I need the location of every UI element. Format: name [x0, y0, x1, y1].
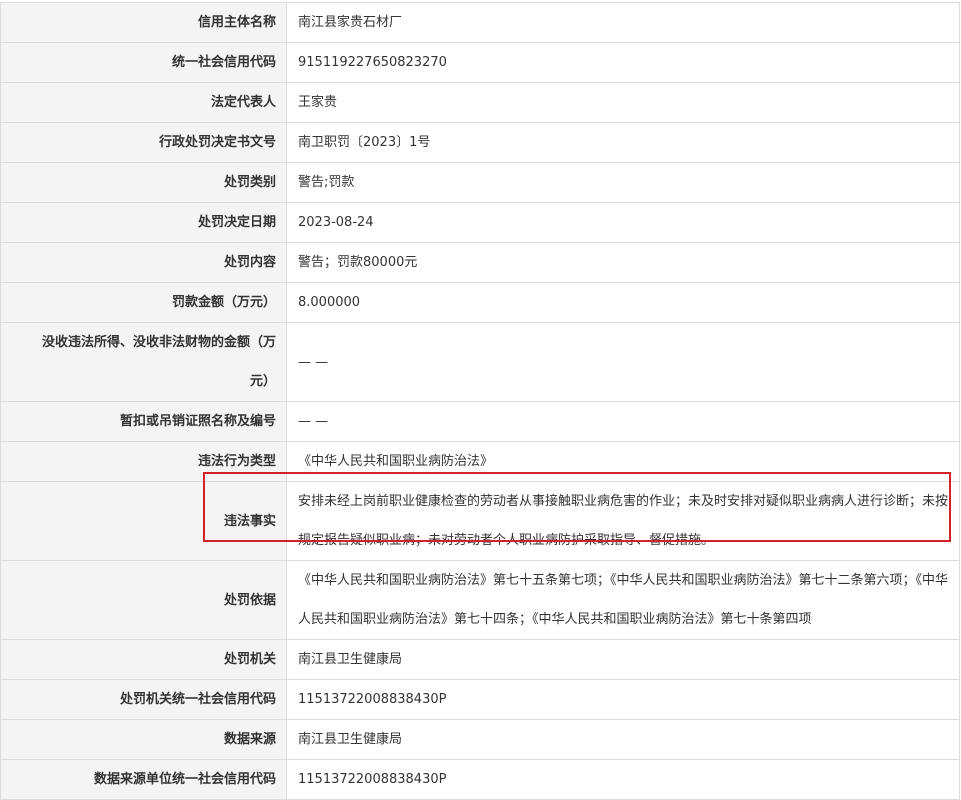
row-value-violation-facts: 安排未经上岗前职业健康检查的劳动者从事接触职业病危害的作业；未及时安排对疑似职业…: [286, 481, 960, 561]
row-value-decision-date: 2023-08-24: [286, 202, 960, 243]
row-value-violation-type: 《中华人民共和国职业病防治法》: [286, 441, 960, 482]
table-row: 处罚决定日期 2023-08-24: [0, 202, 960, 243]
row-label-license-revoked: 暂扣或吊销证照名称及编号: [0, 401, 287, 442]
row-label-credit-code: 统一社会信用代码: [0, 42, 287, 83]
row-label-fine-amount: 罚款金额（万元）: [0, 282, 287, 323]
table-row: 违法行为类型 《中华人民共和国职业病防治法》: [0, 441, 960, 482]
table-row: 法定代表人 王家贵: [0, 82, 960, 123]
row-value-authority-code: 11513722008838430P: [286, 679, 960, 720]
credit-detail-table: 信用主体名称 南江县家贵石材厂 统一社会信用代码 915119227650823…: [0, 2, 960, 800]
row-label-violation-type: 违法行为类型: [0, 441, 287, 482]
row-label-violation-facts: 违法事实: [0, 481, 287, 561]
row-label-penalty-type: 处罚类别: [0, 162, 287, 203]
row-value-penalty-content: 警告；罚款80000元: [286, 242, 960, 283]
row-value-confiscation-amount: — —: [286, 322, 960, 402]
row-label-data-source-code: 数据来源单位统一社会信用代码: [0, 759, 287, 800]
table-row: 处罚依据 《中华人民共和国职业病防治法》第七十五条第七项；《中华人民共和国职业病…: [0, 560, 960, 640]
table-row: 行政处罚决定书文号 南卫职罚〔2023〕1号: [0, 122, 960, 163]
row-value-credit-code: 915119227650823270: [286, 42, 960, 83]
row-value-data-source-code: 11513722008838430P: [286, 759, 960, 800]
row-label-decision-number: 行政处罚决定书文号: [0, 122, 287, 163]
row-value-legal-rep: 王家贵: [286, 82, 960, 123]
row-value-data-source: 南江县卫生健康局: [286, 719, 960, 760]
row-value-penalty-type: 警告;罚款: [286, 162, 960, 203]
table-row: 数据来源 南江县卫生健康局: [0, 719, 960, 760]
table-row: 统一社会信用代码 915119227650823270: [0, 42, 960, 83]
row-label-authority-code: 处罚机关统一社会信用代码: [0, 679, 287, 720]
row-label-entity-name: 信用主体名称: [0, 2, 287, 43]
row-label-legal-rep: 法定代表人: [0, 82, 287, 123]
table-row: 处罚机关 南江县卫生健康局: [0, 639, 960, 680]
row-value-authority: 南江县卫生健康局: [286, 639, 960, 680]
row-value-fine-amount: 8.000000: [286, 282, 960, 323]
row-value-entity-name: 南江县家贵石材厂: [286, 2, 960, 43]
table-row: 暂扣或吊销证照名称及编号 — —: [0, 401, 960, 442]
row-value-license-revoked: — —: [286, 401, 960, 442]
row-label-data-source: 数据来源: [0, 719, 287, 760]
row-label-confiscation-amount: 没收违法所得、没收非法财物的金额（万元）: [0, 322, 287, 402]
table-row: 信用主体名称 南江县家贵石材厂: [0, 2, 960, 43]
row-label-penalty-basis: 处罚依据: [0, 560, 287, 640]
table-row: 数据来源单位统一社会信用代码 11513722008838430P: [0, 759, 960, 800]
table-row: 处罚内容 警告；罚款80000元: [0, 242, 960, 283]
table-row: 违法事实 安排未经上岗前职业健康检查的劳动者从事接触职业病危害的作业；未及时安排…: [0, 481, 960, 561]
table-row: 没收违法所得、没收非法财物的金额（万元） — —: [0, 322, 960, 402]
table-row: 处罚类别 警告;罚款: [0, 162, 960, 203]
row-value-penalty-basis: 《中华人民共和国职业病防治法》第七十五条第七项；《中华人民共和国职业病防治法》第…: [286, 560, 960, 640]
row-label-decision-date: 处罚决定日期: [0, 202, 287, 243]
row-label-authority: 处罚机关: [0, 639, 287, 680]
table-row: 罚款金额（万元） 8.000000: [0, 282, 960, 323]
row-label-penalty-content: 处罚内容: [0, 242, 287, 283]
table-row: 处罚机关统一社会信用代码 11513722008838430P: [0, 679, 960, 720]
row-value-decision-number: 南卫职罚〔2023〕1号: [286, 122, 960, 163]
